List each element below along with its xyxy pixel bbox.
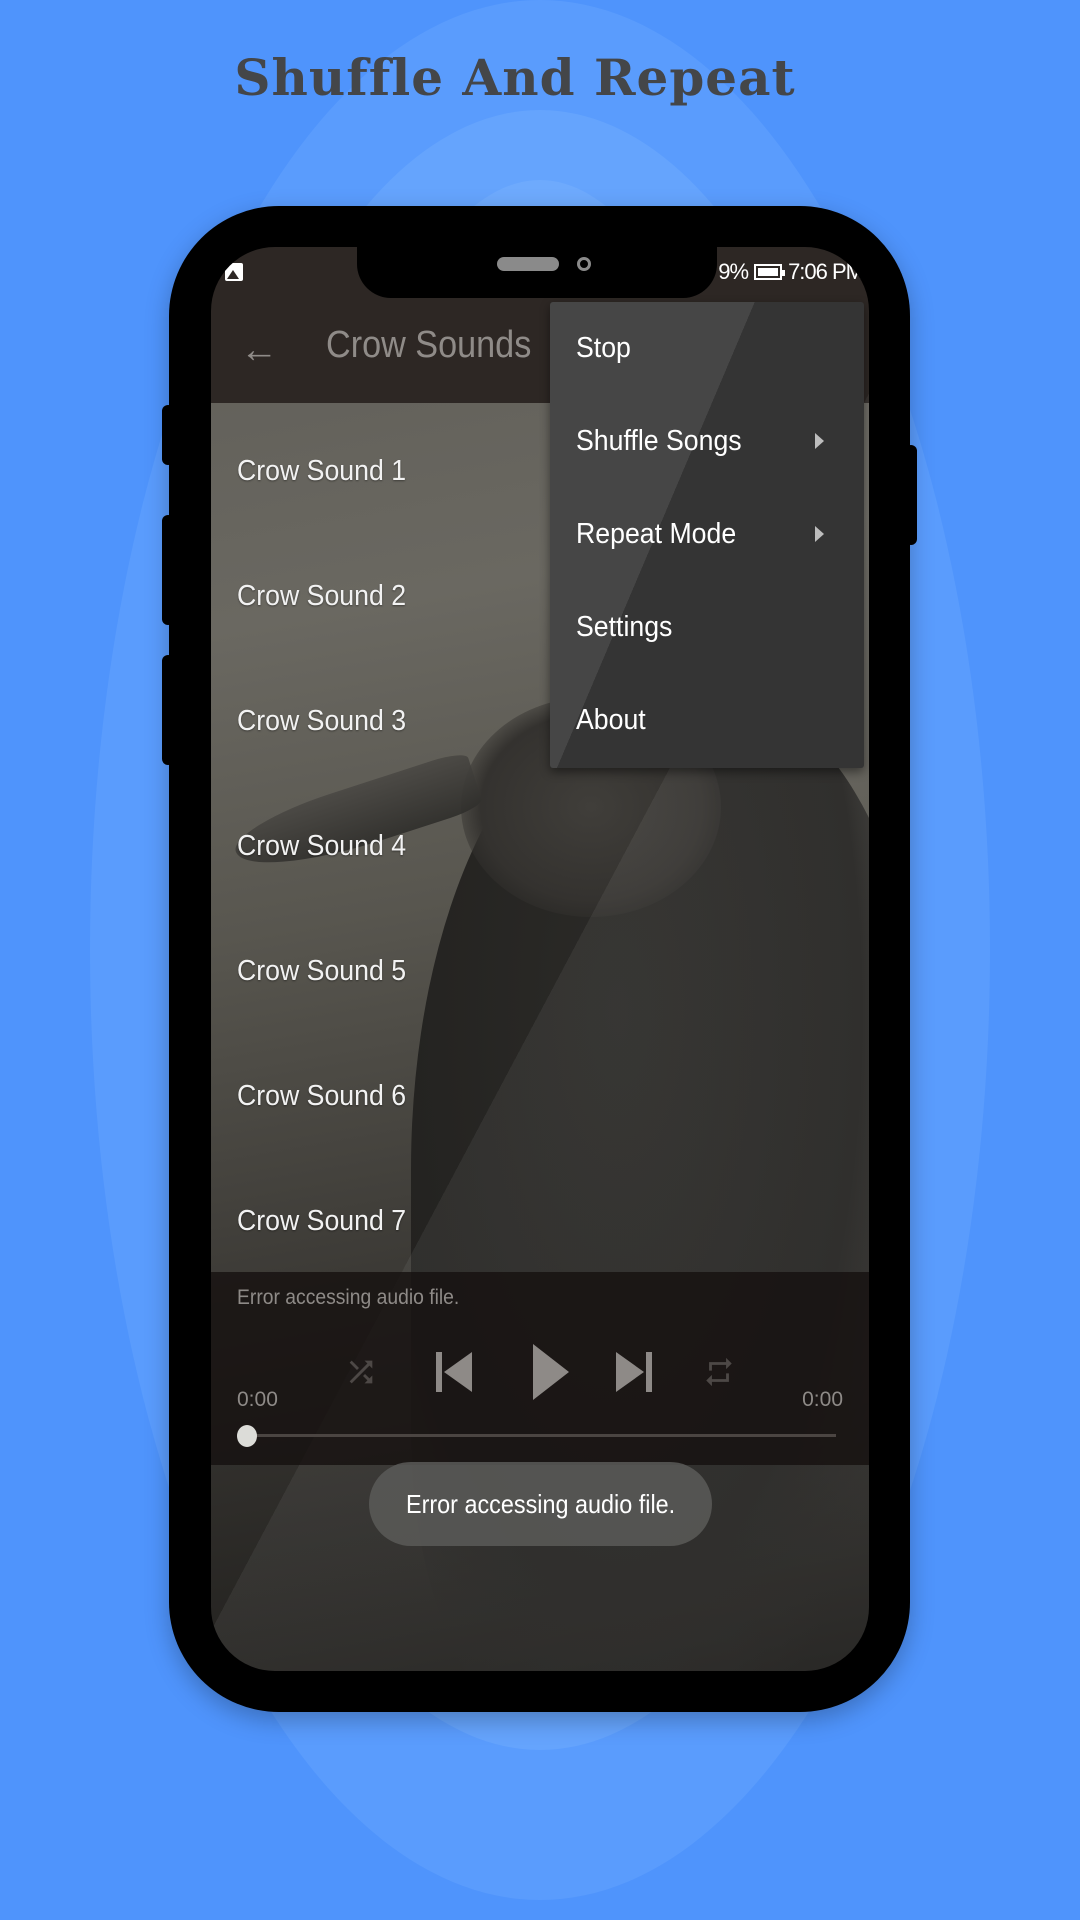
front-camera: [577, 257, 591, 271]
total-duration: 0:00: [802, 1388, 843, 1411]
speaker-grille: [497, 257, 559, 271]
elapsed-time: 0:00: [237, 1388, 278, 1411]
play-icon[interactable]: [521, 1342, 581, 1402]
menu-item-label: Shuffle Songs: [576, 425, 742, 457]
menu-item-label: About: [576, 704, 646, 736]
status-bar-right: 9% 7:06 PM: [718, 259, 864, 285]
submenu-arrow-icon: [815, 526, 824, 542]
crow-background-beak: [227, 749, 485, 885]
phone-screen: 9% 7:06 PM ← Crow Sounds Crow Sound 1 Cr…: [211, 247, 869, 1671]
skip-next-icon[interactable]: [611, 1342, 657, 1402]
song-item[interactable]: Crow Sound 1: [237, 455, 406, 488]
menu-item-label: Settings: [576, 611, 673, 643]
song-item[interactable]: Crow Sound 4: [237, 830, 406, 863]
error-toast: Error accessing audio file.: [369, 1462, 712, 1546]
toast-text: Error accessing audio file.: [405, 1488, 676, 1519]
image-notification-icon: [225, 263, 243, 281]
battery-percent: 9%: [718, 259, 749, 284]
menu-item-label: Stop: [576, 332, 631, 364]
player-panel: Error accessing audio file. 0:00 0:00: [211, 1272, 869, 1465]
song-item[interactable]: Crow Sound 2: [237, 580, 406, 613]
menu-item-stop[interactable]: Stop: [550, 302, 864, 395]
phone-notch: [357, 247, 717, 298]
toolbar-title: Crow Sounds: [326, 324, 532, 366]
overflow-menu: Stop Shuffle Songs Repeat Mode Settings …: [550, 302, 864, 768]
repeat-icon[interactable]: [699, 1342, 739, 1402]
seek-bar-track[interactable]: [245, 1434, 836, 1437]
submenu-arrow-icon: [815, 433, 824, 449]
arrow-left-icon[interactable]: ←: [239, 330, 279, 370]
song-item[interactable]: Crow Sound 7: [237, 1205, 406, 1238]
menu-item-shuffle-songs[interactable]: Shuffle Songs: [550, 395, 864, 488]
status-time: 7:06 PM: [788, 259, 864, 284]
song-item[interactable]: Crow Sound 5: [237, 955, 406, 988]
skip-previous-icon[interactable]: [431, 1342, 477, 1402]
menu-item-settings[interactable]: Settings: [550, 581, 864, 674]
shuffle-icon[interactable]: [341, 1342, 381, 1402]
menu-item-repeat-mode[interactable]: Repeat Mode: [550, 488, 864, 581]
battery-icon: [754, 264, 786, 280]
song-item[interactable]: Crow Sound 3: [237, 705, 406, 738]
promo-title: Shuffle And Repeat: [234, 48, 796, 107]
song-item[interactable]: Crow Sound 6: [237, 1080, 406, 1113]
seek-bar-thumb[interactable]: [237, 1425, 257, 1447]
menu-item-about[interactable]: About: [550, 674, 864, 767]
menu-item-label: Repeat Mode: [576, 518, 737, 550]
player-status-text: Error accessing audio file.: [237, 1286, 460, 1309]
